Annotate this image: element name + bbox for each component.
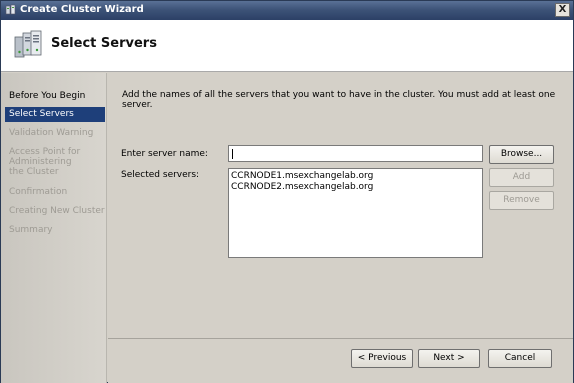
- create-cluster-wizard-window: Create Cluster Wizard X Select Servers B…: [0, 0, 574, 383]
- step-access-point: Access Point for Administering the Clust…: [9, 147, 81, 177]
- close-button[interactable]: X: [555, 3, 570, 17]
- window-title: Create Cluster Wizard: [20, 4, 144, 15]
- cancel-button[interactable]: Cancel: [488, 349, 552, 368]
- step-validation-warning: Validation Warning: [9, 128, 94, 138]
- step-before-you-begin[interactable]: Before You Begin: [5, 91, 105, 101]
- title-bar[interactable]: Create Cluster Wizard X: [1, 1, 573, 20]
- page-title: Select Servers: [51, 36, 157, 51]
- server-name-label: Enter server name:: [121, 149, 208, 159]
- cluster-app-icon: [5, 4, 16, 15]
- footer-divider: [108, 338, 573, 339]
- browse-button[interactable]: Browse...: [489, 145, 554, 164]
- list-item[interactable]: CCRNODE2.msexchangelab.org: [231, 182, 480, 193]
- wizard-content: Add the names of all the servers that yo…: [108, 73, 573, 383]
- wizard-header: Select Servers: [1, 20, 573, 72]
- step-summary: Summary: [9, 225, 53, 235]
- instructions-text: Add the names of all the servers that yo…: [122, 90, 556, 110]
- remove-button[interactable]: Remove: [489, 191, 554, 210]
- add-button[interactable]: Add: [489, 168, 554, 187]
- next-button[interactable]: Next >: [418, 349, 480, 368]
- wizard-steps-sidebar: Before You Begin Select Servers Validati…: [1, 73, 107, 383]
- server-name-input[interactable]: [228, 145, 483, 162]
- selected-servers-list[interactable]: CCRNODE1.msexchangelab.org CCRNODE2.msex…: [228, 168, 483, 258]
- selected-servers-label: Selected servers:: [121, 170, 200, 180]
- previous-button[interactable]: < Previous: [351, 349, 413, 368]
- text-caret: [232, 149, 233, 159]
- step-creating-new-cluster: Creating New Cluster: [9, 206, 105, 216]
- step-select-servers[interactable]: Select Servers: [5, 107, 105, 122]
- servers-icon: [14, 30, 42, 58]
- list-item[interactable]: CCRNODE1.msexchangelab.org: [231, 171, 480, 182]
- step-confirmation: Confirmation: [9, 187, 68, 197]
- close-icon: X: [558, 4, 567, 15]
